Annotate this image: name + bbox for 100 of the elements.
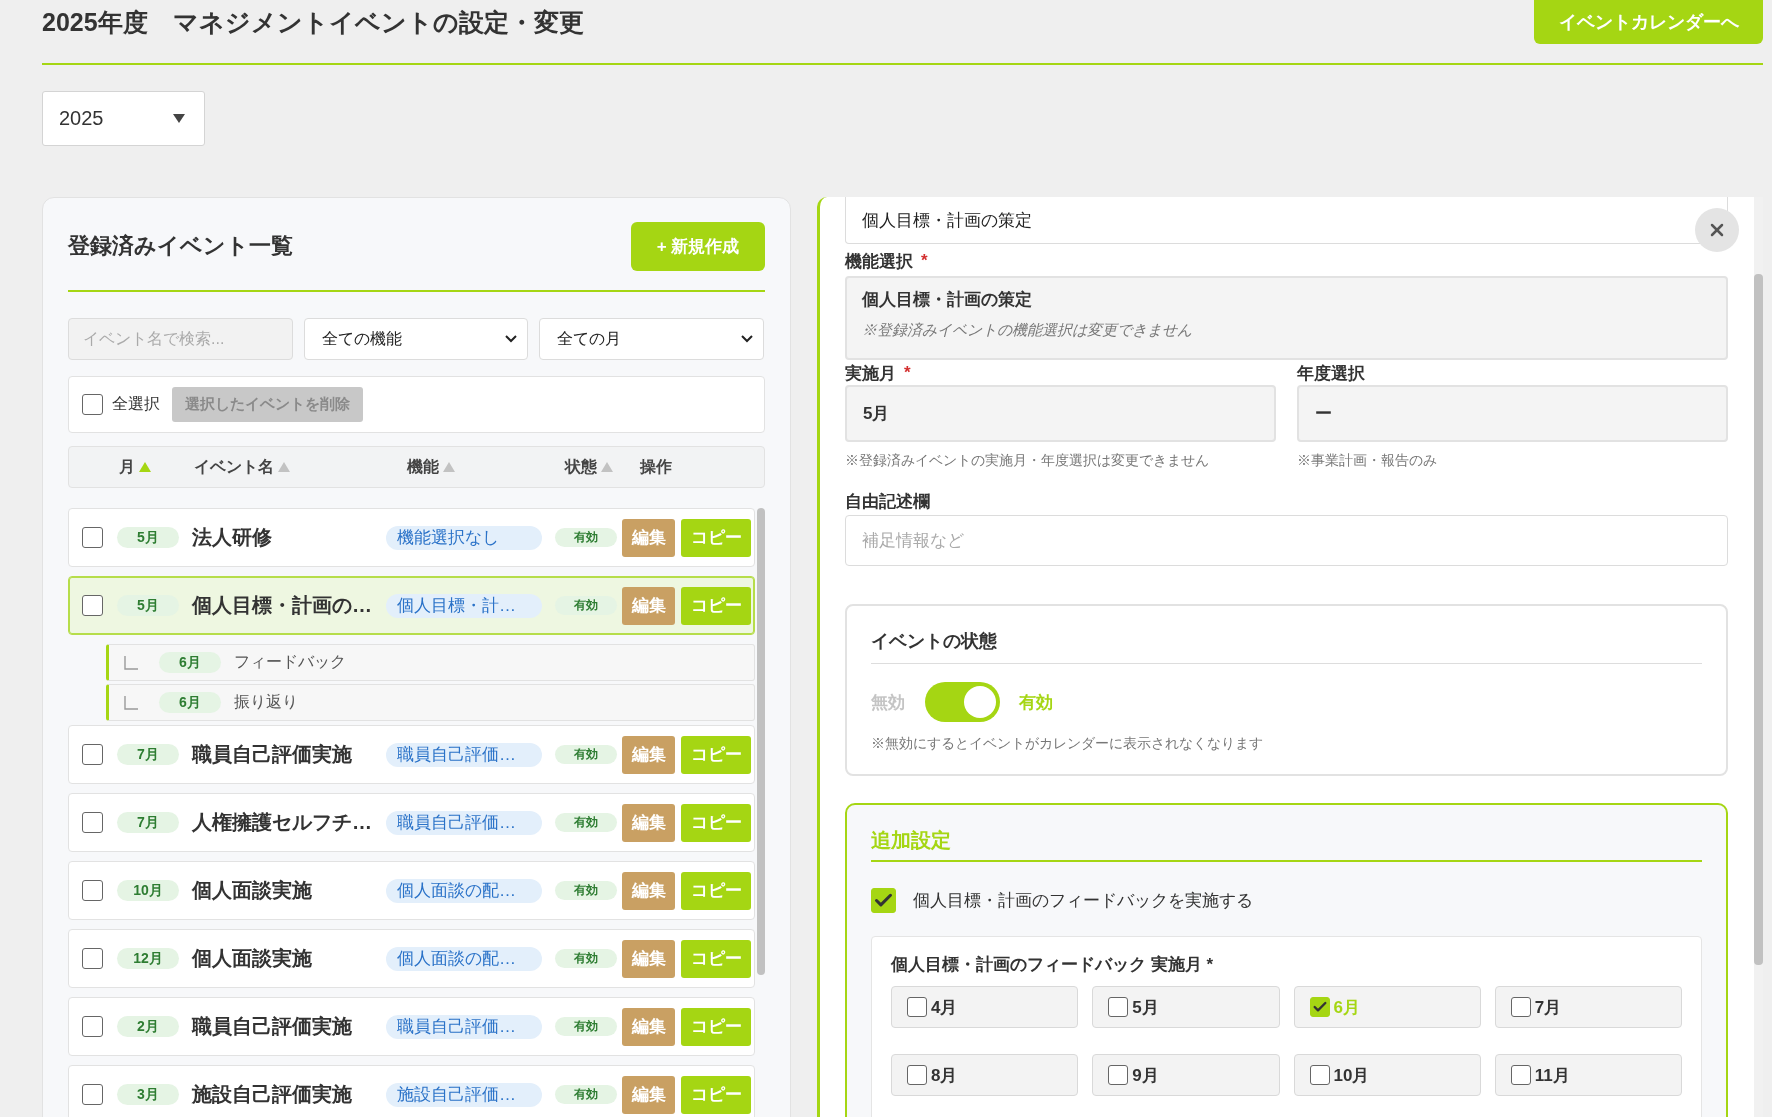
toggle-on-label: 有効 <box>1019 691 1053 714</box>
card-title: 追加設定 <box>871 828 1702 862</box>
checkbox[interactable] <box>82 812 103 833</box>
event-name: 法人研修 <box>192 525 273 550</box>
checkbox[interactable] <box>1108 1065 1129 1085</box>
chevron-down-icon <box>741 335 753 343</box>
event-row[interactable]: 10月 個人面談実施 個人面談の配… 有効 編集 コピー <box>68 861 755 920</box>
readonly-field: 5月 <box>845 385 1276 442</box>
checkbox[interactable] <box>907 1065 927 1085</box>
event-row[interactable]: 3月 施設自己評価実施 施設自己評価… 有効 編集 コピー <box>68 1065 755 1117</box>
checkbox[interactable] <box>82 1016 103 1037</box>
month-option[interactable]: 5月 <box>1092 986 1280 1028</box>
search-field[interactable]: イベント名で検索... <box>68 318 293 360</box>
month-option[interactable]: 10月 <box>1293 1054 1481 1096</box>
tree-branch-icon <box>124 695 138 710</box>
checkbox[interactable] <box>82 880 103 901</box>
checkbox[interactable] <box>907 997 927 1017</box>
function-tag: 機能選択なし <box>386 525 542 550</box>
card-title: イベントの状態 <box>871 630 1702 664</box>
column-header[interactable]: 状態 <box>565 456 597 478</box>
filter-select[interactable]: 全ての機能 <box>304 318 528 360</box>
event-name: 個人面談実施 <box>192 878 313 903</box>
status-badge: 有効 <box>555 1017 617 1036</box>
month-badge: 5月 <box>117 595 179 616</box>
field-label: 実施月 <box>845 362 896 385</box>
checkbox[interactable] <box>1309 1065 1330 1085</box>
status-badge: 有効 <box>555 949 617 968</box>
checkbox[interactable] <box>871 888 896 913</box>
checkbox[interactable] <box>82 744 103 765</box>
checkbox[interactable] <box>82 948 103 969</box>
field-note: ※登録済みイベントの実施月・年度選択は変更できません <box>845 451 1210 469</box>
status-badge: 有効 <box>555 596 617 615</box>
event-row[interactable]: 12月 個人面談実施 個人面談の配… 有効 編集 コピー <box>68 929 755 988</box>
required-mark: * <box>904 363 911 383</box>
sub-event-row[interactable]: 6月 フィードバック <box>106 644 755 681</box>
month-option[interactable]: 7月 <box>1494 986 1682 1028</box>
month-option[interactable]: 9月 <box>1092 1054 1280 1096</box>
filter-select[interactable]: 全ての月 <box>539 318 764 360</box>
checkbox-label: 全選択 <box>112 394 160 414</box>
event-name: 職員自己評価実施 <box>192 1014 353 1039</box>
scrollbar-thumb[interactable] <box>1754 274 1763 965</box>
sub-event-name: フィードバック <box>234 652 346 672</box>
column-header[interactable]: 月 <box>119 456 135 478</box>
event-row[interactable]: 7月 人権擁護セルフチ… 職員自己評価… 有効 編集 コピー <box>68 793 755 852</box>
sub-event-row[interactable]: 6月 振り返り <box>106 684 755 721</box>
month-option[interactable]: 4月 <box>891 986 1079 1028</box>
event-name-field[interactable]: 個人目標・計画の策定 <box>845 197 1728 244</box>
month-option[interactable]: 8月 <box>891 1054 1079 1096</box>
checkbox[interactable] <box>82 527 103 548</box>
status-badge: 有効 <box>555 881 617 900</box>
month-picker-title: 個人目標・計画のフィードバック 実施月 * <box>891 954 1215 976</box>
field-label: 機能選択 <box>845 250 913 273</box>
tree-branch-icon <box>124 655 138 670</box>
year-select[interactable]: 2025 <box>42 91 205 146</box>
function-tag: 個人面談の配… <box>386 878 542 903</box>
checkbox[interactable] <box>1510 1065 1531 1085</box>
column-header[interactable]: 機能 <box>407 456 439 478</box>
event-name: 人権擁護セルフチ… <box>192 810 373 835</box>
event-name: 職員自己評価実施 <box>192 742 353 767</box>
event-name: 個人目標・計画の… <box>192 593 373 618</box>
field-label: 年度選択 <box>1297 362 1365 385</box>
month-badge: 6月 <box>159 652 221 673</box>
checkbox[interactable] <box>82 595 103 616</box>
checkbox-label: 個人目標・計画のフィードバックを実施する <box>913 890 1253 912</box>
function-tag: 職員自己評価… <box>386 810 542 835</box>
month-badge: 2月 <box>117 1016 179 1037</box>
function-tag: 個人面談の配… <box>386 946 542 971</box>
status-toggle[interactable] <box>925 682 1000 722</box>
month-option[interactable]: 11月 <box>1494 1054 1682 1096</box>
checkbox[interactable] <box>1108 997 1129 1017</box>
event-row[interactable]: 5月 法人研修 機能選択なし 有効 編集 コピー <box>68 508 755 567</box>
column-header[interactable]: イベント名 <box>194 456 274 478</box>
month-badge: 5月 <box>117 527 179 548</box>
function-tag: 施設自己評価… <box>386 1082 542 1107</box>
required-mark: * <box>921 251 928 271</box>
status-badge: 有効 <box>555 745 617 764</box>
close-button[interactable] <box>1695 208 1739 252</box>
toggle-note: ※無効にするとイベントがカレンダーに表示されなくなります <box>871 734 1264 752</box>
month-badge: 3月 <box>117 1084 179 1105</box>
status-badge: 有効 <box>555 813 617 832</box>
scrollbar-thumb[interactable] <box>757 508 765 975</box>
function-tag: 個人目標・計… <box>386 593 542 618</box>
checkbox[interactable] <box>1510 997 1531 1017</box>
month-badge: 10月 <box>117 880 179 901</box>
event-row[interactable]: 7月 職員自己評価実施 職員自己評価… 有効 編集 コピー <box>68 725 755 784</box>
toggle-off-label: 無効 <box>871 691 905 714</box>
readonly-field: ー <box>1297 385 1728 442</box>
checkbox[interactable] <box>82 394 103 415</box>
status-badge: 有効 <box>555 528 617 547</box>
event-row[interactable]: 5月 個人目標・計画の… 個人目標・計… 有効 編集 コピー <box>68 576 755 635</box>
status-badge: 有効 <box>555 1085 617 1104</box>
field-value: 個人目標・計画の策定 <box>862 289 1033 311</box>
checkbox[interactable] <box>1309 997 1330 1017</box>
function-tag: 職員自己評価… <box>386 742 542 767</box>
checkbox[interactable] <box>82 1084 103 1105</box>
month-badge: 7月 <box>117 744 179 765</box>
event-name: 個人面談実施 <box>192 946 313 971</box>
panel-title: 登録済みイベント一覧 <box>68 232 293 260</box>
event-row[interactable]: 2月 職員自己評価実施 職員自己評価… 有効 編集 コピー <box>68 997 755 1056</box>
memo-field[interactable]: 補足情報など <box>845 515 1728 566</box>
